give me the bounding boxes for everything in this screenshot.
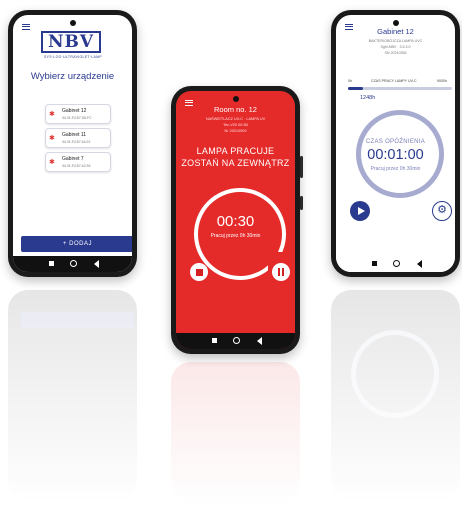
progress-fill (348, 87, 363, 90)
progress-min-label: 0h (348, 79, 352, 83)
device-mac: 34:31:F4:57:42:39 (62, 164, 91, 168)
promo-stage: NBV SYS·LOG·ULTRAVIOLET·LAMP Wybierz urz… (0, 0, 462, 506)
device-info-line: BAKTERIOBÓJCZA LAMPA UVC (368, 39, 423, 43)
page-title: Wybierz urządzenie (30, 71, 115, 82)
recents-icon[interactable] (48, 261, 54, 266)
progress-max-label: 9000h (437, 79, 447, 83)
settings-button[interactable]: ⚙ (432, 201, 452, 221)
left-phone-reflection (8, 290, 137, 500)
gear-icon: ⚙ (437, 204, 447, 216)
home-icon[interactable] (69, 260, 77, 267)
bluetooth-icon: ✱ (49, 111, 55, 118)
status-warning: ZOSTAŃ NA ZEWNĄTRZ (181, 158, 290, 168)
device-mac: 34:31:F4:57:44:22 (62, 140, 91, 144)
device-info-line: Tec-V20 00:3B (223, 123, 248, 127)
pause-button[interactable] (272, 263, 290, 281)
front-camera (232, 96, 239, 102)
device-name: Gabinet 7 (62, 156, 84, 162)
device-info-line: Nr 20210909 (224, 129, 247, 133)
front-camera (392, 20, 399, 26)
device-info-line: NAŚWIETLACZ UV-C · LAMPA UV (205, 117, 266, 121)
lamp-running-screen: Room no. 12 NAŚWIETLACZ UV-C · LAMPA UV … (176, 91, 295, 349)
home-icon[interactable] (232, 337, 240, 344)
volume-button (300, 156, 303, 178)
device-card-gabinet-7[interactable]: ✱ Gabinet 7 34:31:F4:57:42:39 (45, 152, 111, 172)
back-icon[interactable] (93, 260, 99, 268)
device-name: Gabinet 11 (62, 132, 87, 138)
delay-timer: 00:01:00 (367, 147, 424, 163)
stop-button[interactable] (190, 263, 208, 281)
menu-icon[interactable] (22, 24, 30, 30)
device-mac: 34:31:F4:57:3D:FC (62, 116, 92, 120)
lamp-hours-progress (348, 87, 452, 90)
android-nav-bar (176, 333, 295, 349)
add-device-button[interactable]: + DODAJ (21, 236, 132, 252)
start-button[interactable] (350, 201, 370, 221)
bluetooth-icon: ✱ (49, 159, 55, 166)
back-icon[interactable] (256, 337, 262, 345)
android-nav-bar (336, 256, 455, 272)
android-nav-bar (13, 256, 132, 272)
work-duration-caption: Pracuj przez 0h 30min (370, 166, 421, 172)
stop-icon (195, 268, 203, 276)
progress-title: CZAS PRACY LAMPY UV-C (371, 79, 417, 83)
phone-lamp-details: Gabinet 12 BAKTERIOBÓJCZA LAMPA UVC Sghi… (331, 10, 460, 277)
power-button (300, 196, 303, 210)
device-name: Gabinet 12 (62, 108, 87, 114)
device-card-gabinet-12[interactable]: ✱ Gabinet 12 34:31:F4:57:3D:FC (45, 104, 111, 124)
back-icon[interactable] (416, 260, 422, 268)
room-title: Room no. 12 (214, 105, 257, 114)
logo-tagline: SYS·LOG·ULTRAVIOLET·LAMP (43, 55, 103, 59)
device-info-line: Sghi-NBV · 3.5.3.0 (380, 45, 411, 49)
phone-lamp-running: Room no. 12 NAŚWIETLACZ UV-C · LAMPA UV … (171, 86, 303, 354)
recents-icon[interactable] (371, 261, 377, 266)
device-info-line: SN 20210355 (384, 51, 407, 55)
nbv-logo: NBV (41, 31, 101, 53)
phone-device-selection: NBV SYS·LOG·ULTRAVIOLET·LAMP Wybierz urz… (8, 10, 137, 277)
delay-label: CZAS OPÓŹNIENIA (365, 139, 426, 145)
right-phone-reflection (331, 290, 460, 500)
countdown-timer: 00:30 (216, 213, 255, 230)
middle-phone-reflection (171, 362, 300, 502)
device-card-gabinet-11[interactable]: ✱ Gabinet 11 34:31:F4:57:44:22 (45, 128, 111, 148)
pause-icon (278, 268, 284, 276)
status-heading: LAMPA PRACUJE (196, 146, 275, 156)
recents-icon[interactable] (211, 338, 217, 343)
home-icon[interactable] (392, 260, 400, 267)
lamp-details-screen: Gabinet 12 BAKTERIOBÓJCZA LAMPA UVC Sghi… (336, 15, 455, 272)
device-title: Gabinet 12 (377, 27, 414, 36)
work-duration-caption: Pracuj przez 0h 30min (210, 233, 261, 239)
device-selection-screen: NBV SYS·LOG·ULTRAVIOLET·LAMP Wybierz urz… (13, 15, 132, 272)
bluetooth-icon: ✱ (49, 135, 55, 142)
lamp-hours-value: 1248h (360, 95, 376, 101)
front-camera (69, 20, 76, 26)
play-icon (357, 206, 365, 215)
